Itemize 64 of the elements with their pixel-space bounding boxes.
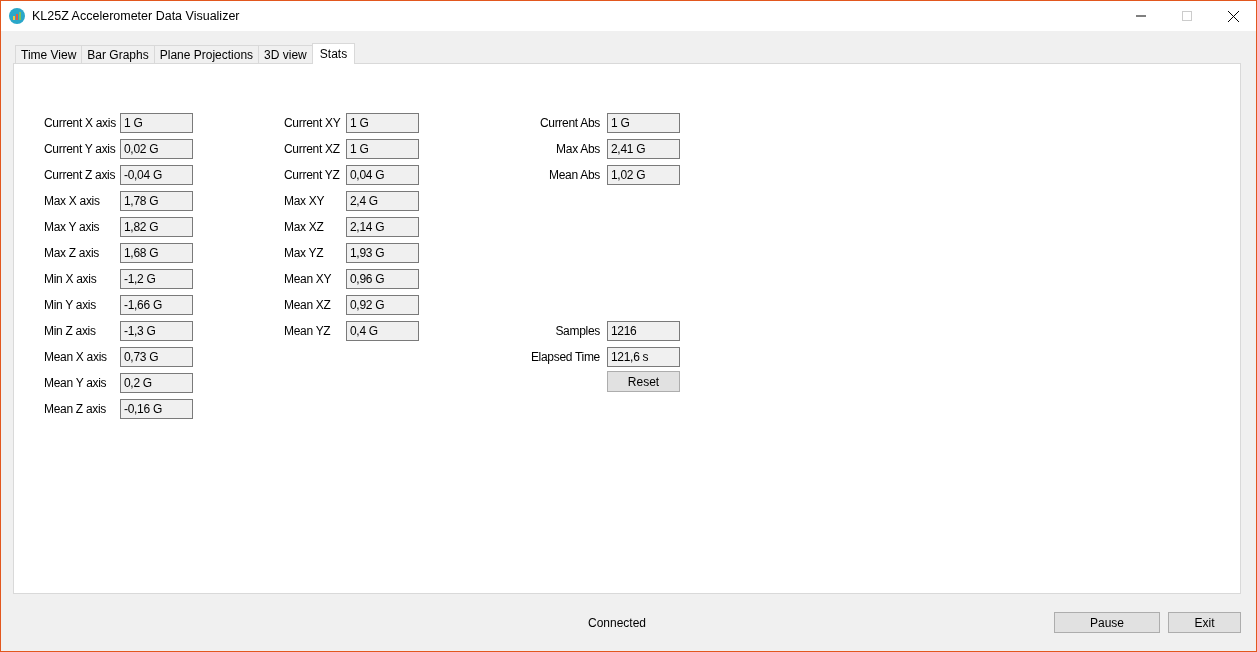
stat-label: Elapsed Time xyxy=(529,350,601,364)
maximize-icon xyxy=(1182,11,1192,21)
stat-label: Min Y axis xyxy=(44,298,97,312)
tab[interactable]: Stats xyxy=(311,43,356,64)
stat-label: Max YZ xyxy=(284,246,325,260)
stat-value-field[interactable]: 2,4 G xyxy=(346,191,419,211)
stat-value-field[interactable]: 2,14 G xyxy=(346,217,419,237)
stat-value-field[interactable]: 0,02 G xyxy=(120,139,193,159)
stat-value-field[interactable]: -0,04 G xyxy=(120,165,193,185)
stat-value-field[interactable]: -1,2 G xyxy=(120,269,193,289)
stat-label: Min Z axis xyxy=(44,324,97,338)
stat-label: Current Z axis xyxy=(44,168,117,182)
stat-label: Current XZ xyxy=(284,142,341,156)
stat-value-field[interactable]: 1 G xyxy=(607,113,680,133)
reset-button[interactable]: Reset xyxy=(607,371,680,392)
stat-label: Current XY xyxy=(284,116,342,130)
exit-button[interactable]: Exit xyxy=(1168,612,1241,633)
stat-value-field[interactable]: 0,73 G xyxy=(120,347,193,367)
stat-value-field[interactable]: -0,16 G xyxy=(120,399,193,419)
bar-chart-app-icon xyxy=(9,8,25,24)
stat-value-field[interactable]: 1 G xyxy=(346,113,419,133)
stat-value-field[interactable]: 1 G xyxy=(346,139,419,159)
pause-button[interactable]: Pause xyxy=(1054,612,1160,633)
window-title: KL25Z Accelerometer Data Visualizer xyxy=(32,9,240,23)
stat-value-field[interactable]: 1,93 G xyxy=(346,243,419,263)
stat-label: Current YZ xyxy=(284,168,341,182)
stat-value-field[interactable]: 0,04 G xyxy=(346,165,419,185)
stat-value-field[interactable]: 0,92 G xyxy=(346,295,419,315)
stat-label: Current Y axis xyxy=(44,142,117,156)
close-icon xyxy=(1227,10,1239,22)
stat-value-field[interactable]: 1216 xyxy=(607,321,680,341)
stat-label: Mean X axis xyxy=(44,350,108,364)
stat-value-field[interactable]: 2,41 G xyxy=(607,139,680,159)
stat-value-field[interactable]: 1,68 G xyxy=(120,243,193,263)
stat-label: Mean Y axis xyxy=(44,376,108,390)
stat-label: Mean YZ xyxy=(284,324,332,338)
stat-value-field[interactable]: 1,78 G xyxy=(120,191,193,211)
stat-label: Mean XY xyxy=(284,272,333,286)
stat-value-field[interactable]: -1,3 G xyxy=(120,321,193,341)
stat-value-field[interactable]: 0,96 G xyxy=(346,269,419,289)
stat-label: Current X axis xyxy=(44,116,117,130)
stat-label: Max XZ xyxy=(284,220,325,234)
stat-value-field[interactable]: 1,82 G xyxy=(120,217,193,237)
stat-label: Max X axis xyxy=(44,194,101,208)
connection-status: Connected xyxy=(588,615,647,630)
stat-value-field[interactable]: 121,6 s xyxy=(607,347,680,367)
stat-label: Current Abs xyxy=(538,116,601,130)
tab[interactable]: Plane Projections xyxy=(153,45,260,63)
stat-label: Samples xyxy=(554,324,601,338)
tab[interactable]: Time View xyxy=(15,45,83,63)
stat-value-field[interactable]: 1,02 G xyxy=(607,165,680,185)
stat-label: Max XY xyxy=(284,194,326,208)
stat-value-field[interactable]: -1,66 G xyxy=(120,295,193,315)
stat-label: Mean XZ xyxy=(284,298,332,312)
stat-label: Min X axis xyxy=(44,272,98,286)
stat-label: Max Z axis xyxy=(44,246,100,260)
stat-value-field[interactable]: 0,4 G xyxy=(346,321,419,341)
stat-value-field[interactable]: 0,2 G xyxy=(120,373,193,393)
stat-label: Mean Z axis xyxy=(44,402,108,416)
tab[interactable]: Bar Graphs xyxy=(81,45,155,63)
stat-label: Max Y axis xyxy=(44,220,101,234)
stat-value-field[interactable]: 1 G xyxy=(120,113,193,133)
stat-label: Max Abs xyxy=(555,142,601,156)
stat-label: Mean Abs xyxy=(548,168,601,182)
